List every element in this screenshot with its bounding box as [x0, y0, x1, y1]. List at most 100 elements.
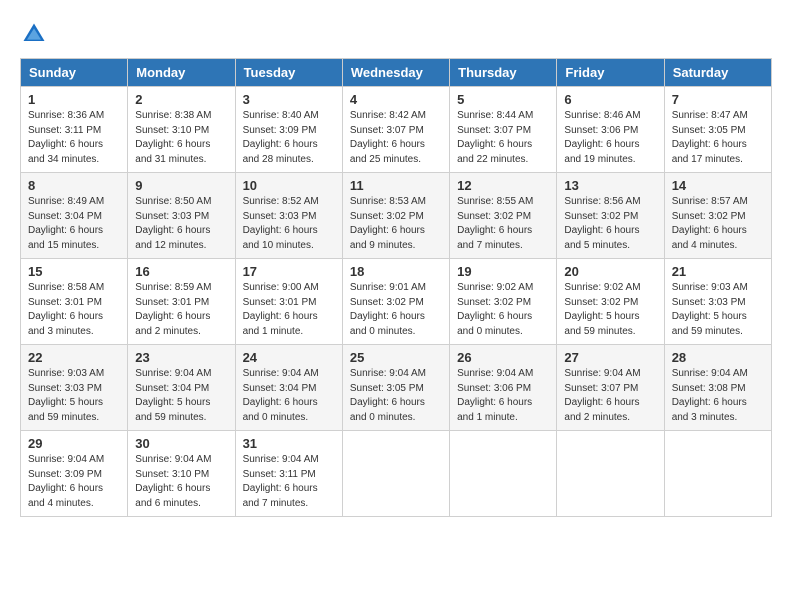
day-number: 15	[28, 264, 120, 279]
sunrise-label: Sunrise: 9:04 AM	[28, 454, 104, 465]
calendar-cell: 22 Sunrise: 9:03 AM Sunset: 3:03 PM Dayl…	[21, 345, 128, 431]
day-info: Sunrise: 8:52 AM Sunset: 3:03 PM Dayligh…	[243, 195, 335, 253]
calendar-cell: 10 Sunrise: 8:52 AM Sunset: 3:03 PM Dayl…	[235, 173, 342, 259]
calendar-cell: 30 Sunrise: 9:04 AM Sunset: 3:10 PM Dayl…	[128, 431, 235, 517]
sunset-label: Sunset: 3:01 PM	[28, 297, 102, 308]
daylight-label: Daylight: 5 hours and 59 minutes.	[564, 311, 639, 337]
sunset-label: Sunset: 3:02 PM	[564, 211, 638, 222]
calendar-week-1: 1 Sunrise: 8:36 AM Sunset: 3:11 PM Dayli…	[21, 87, 772, 173]
sunset-label: Sunset: 3:06 PM	[564, 125, 638, 136]
calendar-week-2: 8 Sunrise: 8:49 AM Sunset: 3:04 PM Dayli…	[21, 173, 772, 259]
day-info: Sunrise: 8:47 AM Sunset: 3:05 PM Dayligh…	[672, 109, 764, 167]
day-info: Sunrise: 8:40 AM Sunset: 3:09 PM Dayligh…	[243, 109, 335, 167]
day-number: 29	[28, 436, 120, 451]
day-number: 20	[564, 264, 656, 279]
sunset-label: Sunset: 3:07 PM	[564, 383, 638, 394]
day-info: Sunrise: 8:49 AM Sunset: 3:04 PM Dayligh…	[28, 195, 120, 253]
sunrise-label: Sunrise: 8:44 AM	[457, 110, 533, 121]
column-header-thursday: Thursday	[450, 59, 557, 87]
daylight-label: Daylight: 5 hours and 59 minutes.	[135, 397, 210, 423]
day-number: 6	[564, 92, 656, 107]
day-info: Sunrise: 8:59 AM Sunset: 3:01 PM Dayligh…	[135, 281, 227, 339]
day-number: 5	[457, 92, 549, 107]
calendar-cell	[664, 431, 771, 517]
sunset-label: Sunset: 3:02 PM	[457, 211, 531, 222]
sunrise-label: Sunrise: 9:04 AM	[350, 368, 426, 379]
sunset-label: Sunset: 3:02 PM	[350, 211, 424, 222]
calendar-cell: 14 Sunrise: 8:57 AM Sunset: 3:02 PM Dayl…	[664, 173, 771, 259]
daylight-label: Daylight: 6 hours and 25 minutes.	[350, 139, 425, 165]
daylight-label: Daylight: 6 hours and 4 minutes.	[672, 225, 747, 251]
calendar-cell: 21 Sunrise: 9:03 AM Sunset: 3:03 PM Dayl…	[664, 259, 771, 345]
daylight-label: Daylight: 6 hours and 4 minutes.	[28, 483, 103, 509]
day-number: 4	[350, 92, 442, 107]
daylight-label: Daylight: 6 hours and 15 minutes.	[28, 225, 103, 251]
sunset-label: Sunset: 3:09 PM	[243, 125, 317, 136]
calendar-cell: 19 Sunrise: 9:02 AM Sunset: 3:02 PM Dayl…	[450, 259, 557, 345]
daylight-label: Daylight: 6 hours and 3 minutes.	[28, 311, 103, 337]
daylight-label: Daylight: 6 hours and 7 minutes.	[243, 483, 318, 509]
day-info: Sunrise: 8:58 AM Sunset: 3:01 PM Dayligh…	[28, 281, 120, 339]
calendar-cell: 28 Sunrise: 9:04 AM Sunset: 3:08 PM Dayl…	[664, 345, 771, 431]
sunrise-label: Sunrise: 8:52 AM	[243, 196, 319, 207]
daylight-label: Daylight: 6 hours and 1 minute.	[243, 311, 318, 337]
sunrise-label: Sunrise: 8:58 AM	[28, 282, 104, 293]
calendar-cell: 9 Sunrise: 8:50 AM Sunset: 3:03 PM Dayli…	[128, 173, 235, 259]
sunrise-label: Sunrise: 9:03 AM	[28, 368, 104, 379]
calendar-cell: 29 Sunrise: 9:04 AM Sunset: 3:09 PM Dayl…	[21, 431, 128, 517]
day-info: Sunrise: 9:00 AM Sunset: 3:01 PM Dayligh…	[243, 281, 335, 339]
day-info: Sunrise: 9:03 AM Sunset: 3:03 PM Dayligh…	[672, 281, 764, 339]
sunrise-label: Sunrise: 8:55 AM	[457, 196, 533, 207]
day-number: 9	[135, 178, 227, 193]
day-info: Sunrise: 8:50 AM Sunset: 3:03 PM Dayligh…	[135, 195, 227, 253]
calendar-cell: 11 Sunrise: 8:53 AM Sunset: 3:02 PM Dayl…	[342, 173, 449, 259]
day-number: 17	[243, 264, 335, 279]
calendar-cell: 18 Sunrise: 9:01 AM Sunset: 3:02 PM Dayl…	[342, 259, 449, 345]
day-info: Sunrise: 9:04 AM Sunset: 3:04 PM Dayligh…	[135, 367, 227, 425]
daylight-label: Daylight: 6 hours and 12 minutes.	[135, 225, 210, 251]
daylight-label: Daylight: 6 hours and 2 minutes.	[135, 311, 210, 337]
daylight-label: Daylight: 6 hours and 22 minutes.	[457, 139, 532, 165]
daylight-label: Daylight: 6 hours and 19 minutes.	[564, 139, 639, 165]
sunset-label: Sunset: 3:06 PM	[457, 383, 531, 394]
day-number: 1	[28, 92, 120, 107]
calendar-cell: 3 Sunrise: 8:40 AM Sunset: 3:09 PM Dayli…	[235, 87, 342, 173]
day-number: 26	[457, 350, 549, 365]
day-number: 21	[672, 264, 764, 279]
calendar-cell: 4 Sunrise: 8:42 AM Sunset: 3:07 PM Dayli…	[342, 87, 449, 173]
sunset-label: Sunset: 3:02 PM	[350, 297, 424, 308]
calendar-cell: 31 Sunrise: 9:04 AM Sunset: 3:11 PM Dayl…	[235, 431, 342, 517]
day-info: Sunrise: 9:04 AM Sunset: 3:08 PM Dayligh…	[672, 367, 764, 425]
day-number: 18	[350, 264, 442, 279]
daylight-label: Daylight: 6 hours and 3 minutes.	[672, 397, 747, 423]
calendar-cell: 25 Sunrise: 9:04 AM Sunset: 3:05 PM Dayl…	[342, 345, 449, 431]
sunset-label: Sunset: 3:05 PM	[672, 125, 746, 136]
sunset-label: Sunset: 3:03 PM	[243, 211, 317, 222]
day-number: 7	[672, 92, 764, 107]
day-number: 31	[243, 436, 335, 451]
sunset-label: Sunset: 3:10 PM	[135, 125, 209, 136]
daylight-label: Daylight: 6 hours and 28 minutes.	[243, 139, 318, 165]
daylight-label: Daylight: 6 hours and 0 minutes.	[457, 311, 532, 337]
sunrise-label: Sunrise: 9:04 AM	[672, 368, 748, 379]
sunrise-label: Sunrise: 8:36 AM	[28, 110, 104, 121]
sunrise-label: Sunrise: 9:03 AM	[672, 282, 748, 293]
sunrise-label: Sunrise: 8:50 AM	[135, 196, 211, 207]
sunset-label: Sunset: 3:04 PM	[28, 211, 102, 222]
calendar-week-5: 29 Sunrise: 9:04 AM Sunset: 3:09 PM Dayl…	[21, 431, 772, 517]
calendar-table: SundayMondayTuesdayWednesdayThursdayFrid…	[20, 58, 772, 517]
column-header-friday: Friday	[557, 59, 664, 87]
day-info: Sunrise: 9:02 AM Sunset: 3:02 PM Dayligh…	[457, 281, 549, 339]
day-info: Sunrise: 8:53 AM Sunset: 3:02 PM Dayligh…	[350, 195, 442, 253]
day-number: 11	[350, 178, 442, 193]
day-number: 22	[28, 350, 120, 365]
daylight-label: Daylight: 6 hours and 1 minute.	[457, 397, 532, 423]
calendar-cell	[342, 431, 449, 517]
day-info: Sunrise: 9:04 AM Sunset: 3:05 PM Dayligh…	[350, 367, 442, 425]
calendar-cell: 17 Sunrise: 9:00 AM Sunset: 3:01 PM Dayl…	[235, 259, 342, 345]
calendar-week-3: 15 Sunrise: 8:58 AM Sunset: 3:01 PM Dayl…	[21, 259, 772, 345]
day-info: Sunrise: 8:56 AM Sunset: 3:02 PM Dayligh…	[564, 195, 656, 253]
calendar-cell: 15 Sunrise: 8:58 AM Sunset: 3:01 PM Dayl…	[21, 259, 128, 345]
day-number: 13	[564, 178, 656, 193]
sunset-label: Sunset: 3:10 PM	[135, 469, 209, 480]
